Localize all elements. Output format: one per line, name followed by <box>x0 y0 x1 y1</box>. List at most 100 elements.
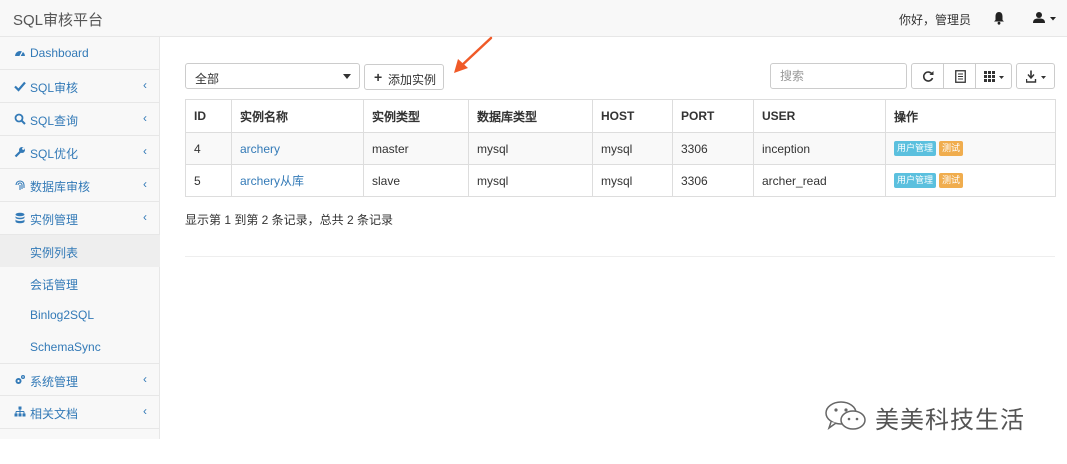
sidebar: Dashboard SQL审核 ‹ SQL查询 ‹ SQL优化 ‹ 数据库审核 … <box>0 37 160 439</box>
column-header[interactable]: 实例名称 <box>231 99 364 133</box>
chevron-left-icon: ‹ <box>143 210 147 224</box>
table-row: 5 archery从库 slave mysql mysql 3306 arche… <box>185 164 1056 197</box>
annotation-arrow-icon <box>454 36 493 73</box>
chevron-left-icon: ‹ <box>143 111 147 125</box>
cell-actions: 用户管理 测试 <box>885 132 1056 165</box>
sitemap-icon <box>14 406 26 417</box>
sidebar-item-sql-query[interactable]: SQL查询 ‹ <box>0 103 160 136</box>
top-navbar: SQL审核平台 你好，管理员 <box>0 0 1067 37</box>
sidebar-item-dashboard[interactable]: Dashboard <box>0 37 160 70</box>
table-row: 4 archery master mysql mysql 3306 incept… <box>185 132 1056 165</box>
chevron-left-icon: ‹ <box>143 144 147 158</box>
add-instance-button[interactable]: + 添加实例 <box>364 64 444 90</box>
cell-id: 5 <box>185 164 232 197</box>
instance-filter-select[interactable]: 全部 <box>185 63 360 89</box>
cell-name: archery从库 <box>231 164 364 197</box>
column-header[interactable]: ID <box>185 99 232 133</box>
test-button[interactable]: 测试 <box>939 173 964 189</box>
refresh-icon <box>922 71 934 82</box>
sidebar-item-label: 数据库审核 <box>30 180 91 194</box>
column-header: 操作 <box>885 99 1056 133</box>
instance-table: ID 实例名称 实例类型 数据库类型 HOST PORT USER 操作 4 a… <box>185 99 1056 197</box>
watermark: 美美科技生活 <box>822 398 1052 434</box>
cell-name: archery <box>231 132 364 165</box>
cell-port: 3306 <box>672 164 754 197</box>
chevron-left-icon: ‹ <box>143 78 147 92</box>
column-header[interactable]: USER <box>753 99 886 133</box>
instance-name-link[interactable]: archery <box>240 142 280 156</box>
sidebar-subitem-label: SchemaSync <box>30 340 101 354</box>
chevron-left-icon: ‹ <box>143 372 147 386</box>
cell-host: mysql <box>592 132 673 165</box>
brand-title[interactable]: SQL审核平台 <box>13 9 103 30</box>
sidebar-item-instance-mgmt[interactable]: 实例管理 ‹ <box>0 202 160 235</box>
bell-icon[interactable] <box>993 11 1005 25</box>
sidebar-subitem-label: 实例列表 <box>30 246 79 260</box>
user-greeting: 你好，管理员 <box>899 13 972 27</box>
toggle-view-button[interactable] <box>943 63 976 89</box>
fingerprint-icon <box>15 180 25 190</box>
cell-actions: 用户管理 测试 <box>885 164 1056 197</box>
user-menu-icon[interactable] <box>1032 11 1058 25</box>
cell-host: mysql <box>592 164 673 197</box>
search-box[interactable] <box>770 63 907 89</box>
sidebar-item-label: Dashboard <box>30 46 89 60</box>
table-header-row: ID 实例名称 实例类型 数据库类型 HOST PORT USER 操作 <box>185 99 1056 133</box>
cell-port: 3306 <box>672 132 754 165</box>
cell-id: 4 <box>185 132 232 165</box>
wrench-icon <box>14 147 25 158</box>
column-header[interactable]: 实例类型 <box>363 99 469 133</box>
sidebar-subitem-label: 会话管理 <box>30 278 79 292</box>
sidebar-item-label: 实例管理 <box>30 213 79 227</box>
cell-type: slave <box>363 164 469 197</box>
sidebar-item-db-audit[interactable]: 数据库审核 ‹ <box>0 169 160 202</box>
instance-name-link[interactable]: archery从库 <box>240 174 304 188</box>
cell-db-type: mysql <box>468 132 593 165</box>
column-header[interactable]: HOST <box>592 99 673 133</box>
sidebar-subitem-label: Binlog2SQL <box>30 308 95 322</box>
wechat-logo-icon <box>825 401 866 430</box>
columns-toggle-button[interactable] <box>975 63 1012 89</box>
sidebar-item-label: SQL审核 <box>30 81 79 95</box>
search-input[interactable] <box>780 69 898 83</box>
download-icon <box>1026 70 1046 83</box>
cogs-icon <box>15 375 25 384</box>
dashboard-icon <box>15 51 25 57</box>
sidebar-item-label: SQL查询 <box>30 114 79 128</box>
search-icon <box>14 113 26 125</box>
add-instance-label: 添加实例 <box>388 73 437 87</box>
sidebar-subitem-session-mgmt[interactable]: 会话管理 <box>0 267 160 299</box>
refresh-button[interactable] <box>911 63 944 89</box>
cell-user: inception <box>753 132 886 165</box>
export-button[interactable] <box>1016 63 1055 89</box>
caret-down-icon <box>343 74 351 79</box>
sidebar-item-sql-optimize[interactable]: SQL优化 ‹ <box>0 136 160 169</box>
pagination-summary: 显示第 1 到第 2 条记录，总共 2 条记录 <box>185 213 394 227</box>
sidebar-item-label: SQL优化 <box>30 147 79 161</box>
cell-user: archer_read <box>753 164 886 197</box>
sidebar-item-docs[interactable]: 相关文档 ‹ <box>0 396 160 429</box>
chevron-left-icon: ‹ <box>143 177 147 191</box>
test-button[interactable]: 测试 <box>939 141 964 157</box>
cell-db-type: mysql <box>468 164 593 197</box>
sidebar-subitem-schemasync[interactable]: SchemaSync <box>0 331 160 363</box>
filter-value: 全部 <box>195 72 220 86</box>
sidebar-item-label: 相关文档 <box>30 407 79 421</box>
divider <box>185 256 1055 257</box>
database-icon <box>15 212 25 224</box>
cell-type: master <box>363 132 469 165</box>
check-icon <box>14 81 26 92</box>
sidebar-item-system-mgmt[interactable]: 系统管理 ‹ <box>0 363 160 396</box>
list-view-icon <box>955 70 966 83</box>
sidebar-subitem-binlog2sql[interactable]: Binlog2SQL <box>0 299 160 331</box>
column-header[interactable]: PORT <box>672 99 754 133</box>
user-manage-button[interactable]: 用户管理 <box>894 141 937 157</box>
sidebar-item-label: 系统管理 <box>30 375 79 389</box>
user-manage-button[interactable]: 用户管理 <box>894 173 937 189</box>
plus-icon: + <box>374 69 383 85</box>
chevron-left-icon: ‹ <box>143 404 147 418</box>
sidebar-subitem-instance-list[interactable]: 实例列表 <box>0 235 160 267</box>
column-header[interactable]: 数据库类型 <box>468 99 593 133</box>
watermark-text: 美美科技生活 <box>875 407 1025 434</box>
sidebar-item-sql-review[interactable]: SQL审核 ‹ <box>0 70 160 103</box>
